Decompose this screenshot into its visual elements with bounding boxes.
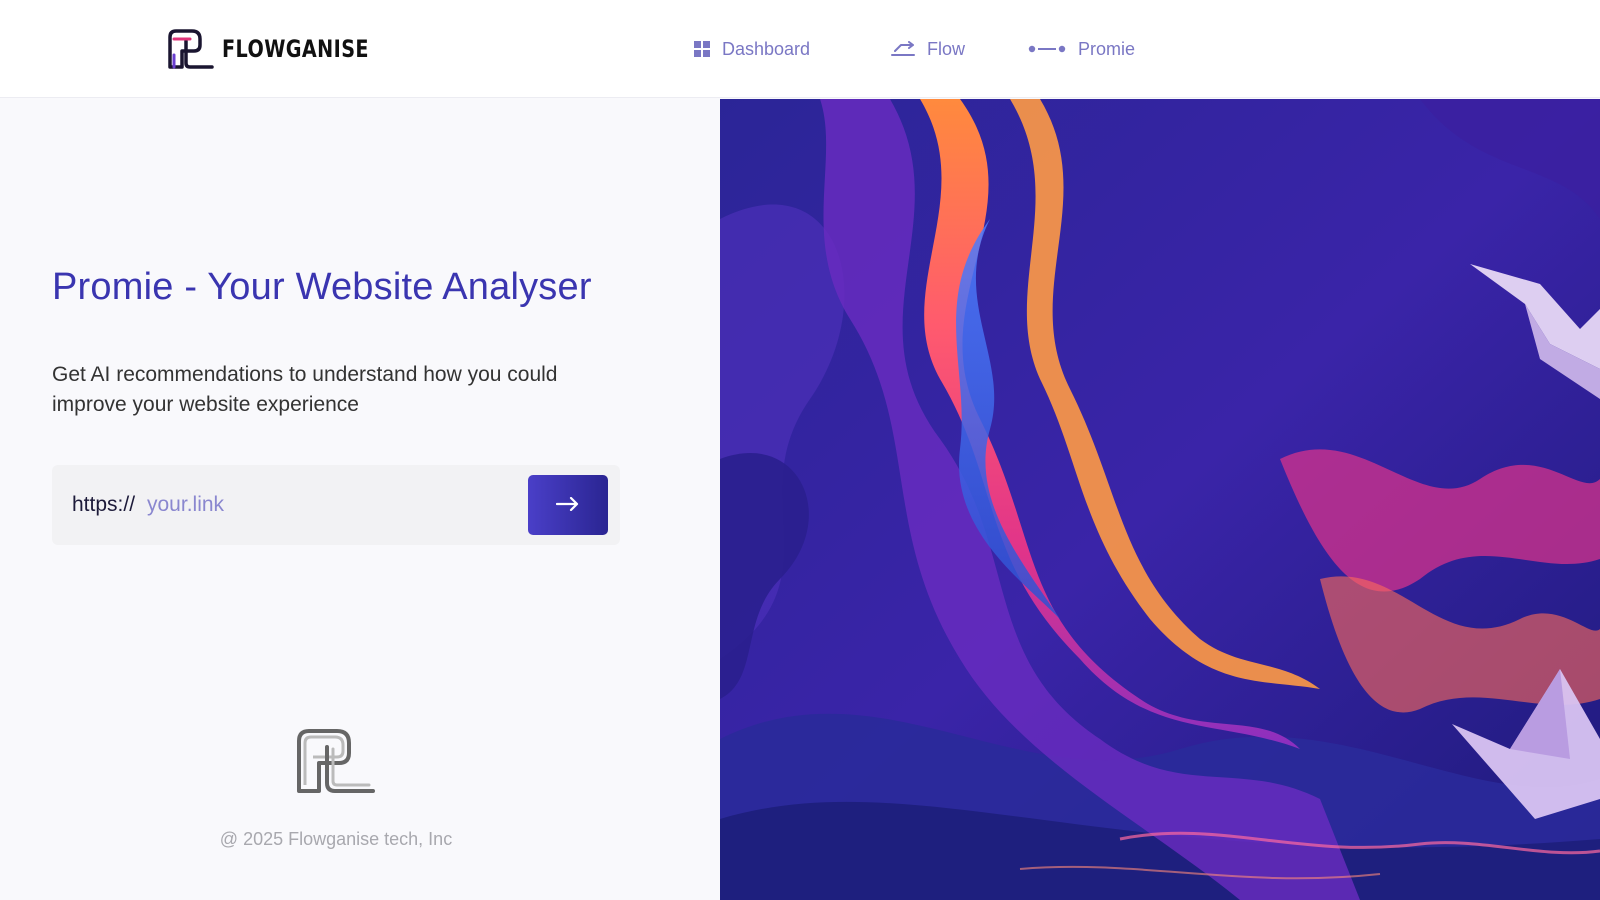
top-header: FLOWGANISE Dashboard Flow Promie (0, 0, 1600, 98)
dots-line-icon (1028, 44, 1066, 54)
analyser-panel: Promie - Your Website Analyser Get AI re… (0, 99, 720, 900)
arrow-right-icon (555, 496, 580, 514)
nav-item-promie[interactable]: Promie (1028, 34, 1135, 64)
nav-item-dashboard[interactable]: Dashboard (694, 34, 810, 64)
analyse-submit-button[interactable] (528, 475, 608, 535)
nav-item-label: Dashboard (722, 38, 811, 59)
page-subtitle: Get AI recommendations to understand how… (52, 363, 558, 416)
grid-icon (694, 41, 710, 57)
brand[interactable]: FLOWGANISE (166, 27, 406, 71)
nav-item-label: Promie (1078, 38, 1136, 59)
nav-item-flow[interactable]: Flow (891, 34, 965, 64)
abstract-wave-painting (720, 99, 1600, 900)
url-prefix: https:// (72, 493, 136, 516)
flow-arrow-icon (891, 41, 915, 57)
url-input[interactable] (147, 485, 567, 525)
flowganise-logo-outline-icon (297, 729, 375, 793)
flowganise-logo-icon (168, 29, 214, 69)
page-title: Promie - Your Website Analyser (52, 266, 592, 308)
nav-item-label: Flow (927, 38, 966, 59)
url-form: https:// (52, 465, 620, 545)
brand-name: FLOWGANISE (222, 35, 369, 63)
copyright-text: @ 2025 Flowganise tech, Inc (219, 829, 453, 849)
